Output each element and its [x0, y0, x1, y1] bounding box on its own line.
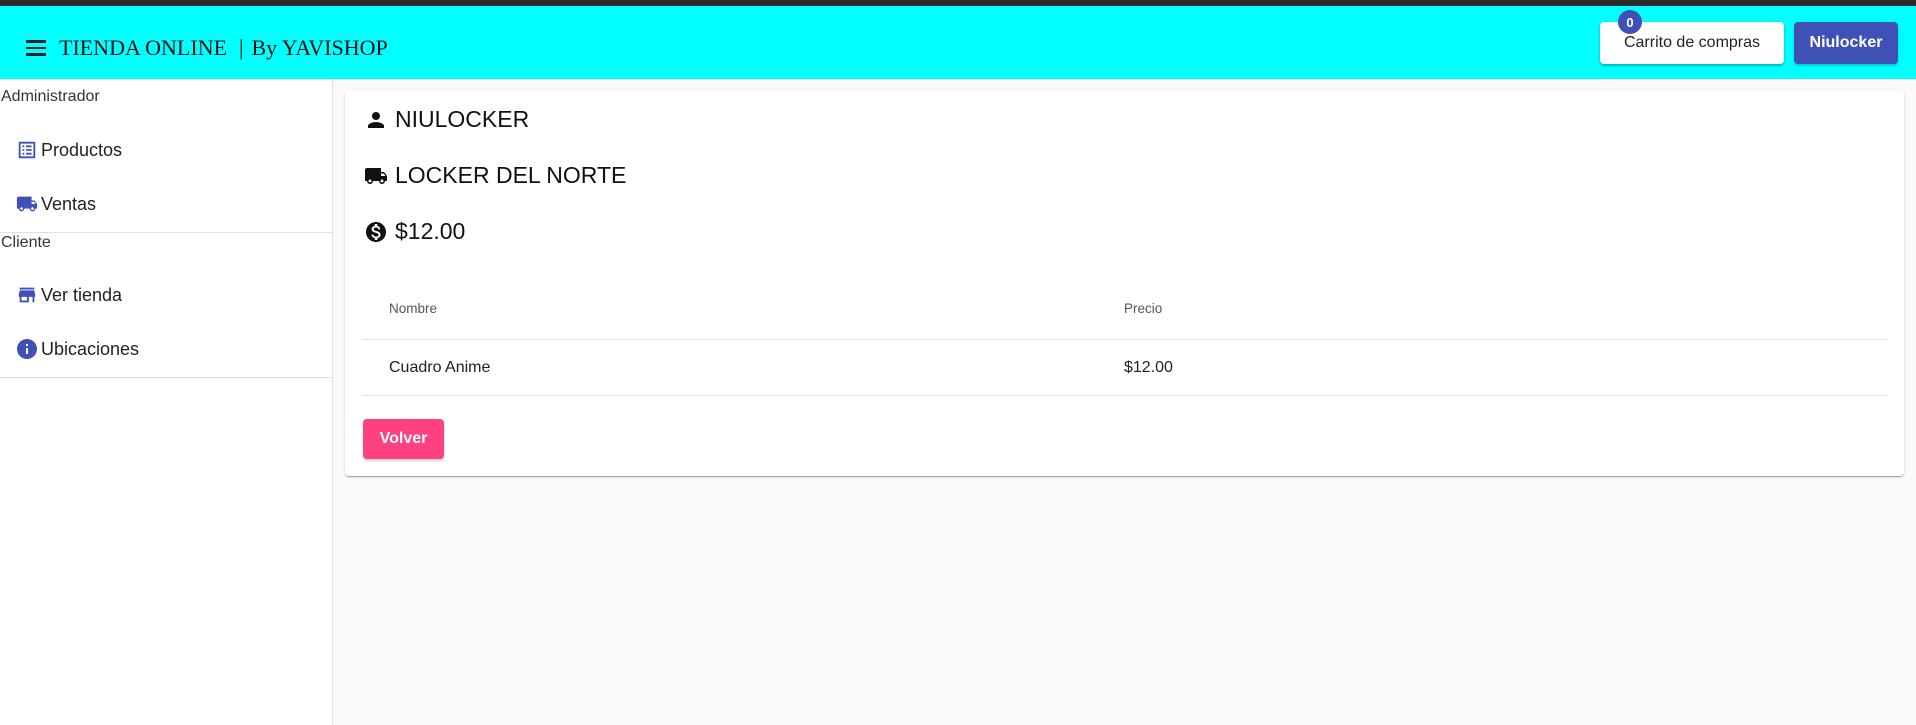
local-shipping-icon	[363, 163, 389, 189]
sidebar-item-label: Ventas	[41, 193, 97, 214]
sidebar-section-admin-title: Administrador	[1, 88, 100, 105]
customer-row: NIULOCKER	[363, 106, 529, 133]
sidebar-item-ubicaciones[interactable]: Ubicaciones	[0, 323, 332, 375]
order-items-table: Nombre Precio Cuadro Anime $12.00	[362, 278, 1887, 396]
info-icon	[14, 336, 40, 362]
sidebar-item-label: Ubicaciones	[41, 338, 140, 359]
order-detail-card: NIULOCKER LOCKER DEL NORTE $12.00 Nombre…	[345, 90, 1904, 476]
sidebar-item-productos[interactable]: Productos	[0, 124, 332, 176]
user-menu-button[interactable]: Niulocker	[1794, 22, 1898, 64]
back-button[interactable]: Volver	[363, 419, 444, 459]
store-icon	[14, 282, 40, 308]
monetization-icon	[363, 219, 389, 245]
cart-count-badge: 0	[1618, 10, 1642, 34]
person-icon	[363, 107, 389, 133]
cell-precio: $12.00	[1124, 358, 1173, 376]
cell-nombre: Cuadro Anime	[389, 358, 491, 376]
brand-separator: |	[239, 35, 244, 60]
column-header-nombre: Nombre	[389, 301, 438, 316]
brand-title: TIENDA ONLINE | By YAVISHOP	[59, 35, 388, 61]
sidebar-divider	[0, 232, 332, 233]
sidebar-item-ver-tienda[interactable]: Ver tienda	[0, 269, 332, 321]
order-total: $12.00	[395, 218, 466, 244]
sidebar-item-label: Ver tienda	[41, 284, 123, 305]
table-header: Nombre Precio	[362, 278, 1887, 340]
table-row: Cuadro Anime $12.00	[362, 340, 1887, 396]
brand-suffix: By YAVISHOP	[251, 35, 388, 60]
sidebar: Administrador Productos Ventas Cliente V…	[0, 79, 333, 725]
sidebar-divider	[0, 377, 332, 378]
menu-icon[interactable]	[20, 32, 52, 64]
sidebar-item-ventas[interactable]: Ventas	[0, 178, 332, 230]
brand-name: TIENDA ONLINE	[59, 35, 228, 60]
column-header-precio: Precio	[1124, 301, 1163, 316]
location-row: LOCKER DEL NORTE	[363, 162, 626, 189]
sidebar-section-cliente-title: Cliente	[1, 234, 51, 251]
list-alt-icon	[14, 137, 40, 163]
location-name: LOCKER DEL NORTE	[395, 162, 627, 188]
local-shipping-icon	[14, 191, 40, 217]
cart-button-label: Carrito de compras	[1623, 34, 1761, 51]
total-row: $12.00	[363, 218, 465, 245]
customer-name: NIULOCKER	[395, 106, 530, 132]
sidebar-item-label: Productos	[41, 139, 123, 160]
